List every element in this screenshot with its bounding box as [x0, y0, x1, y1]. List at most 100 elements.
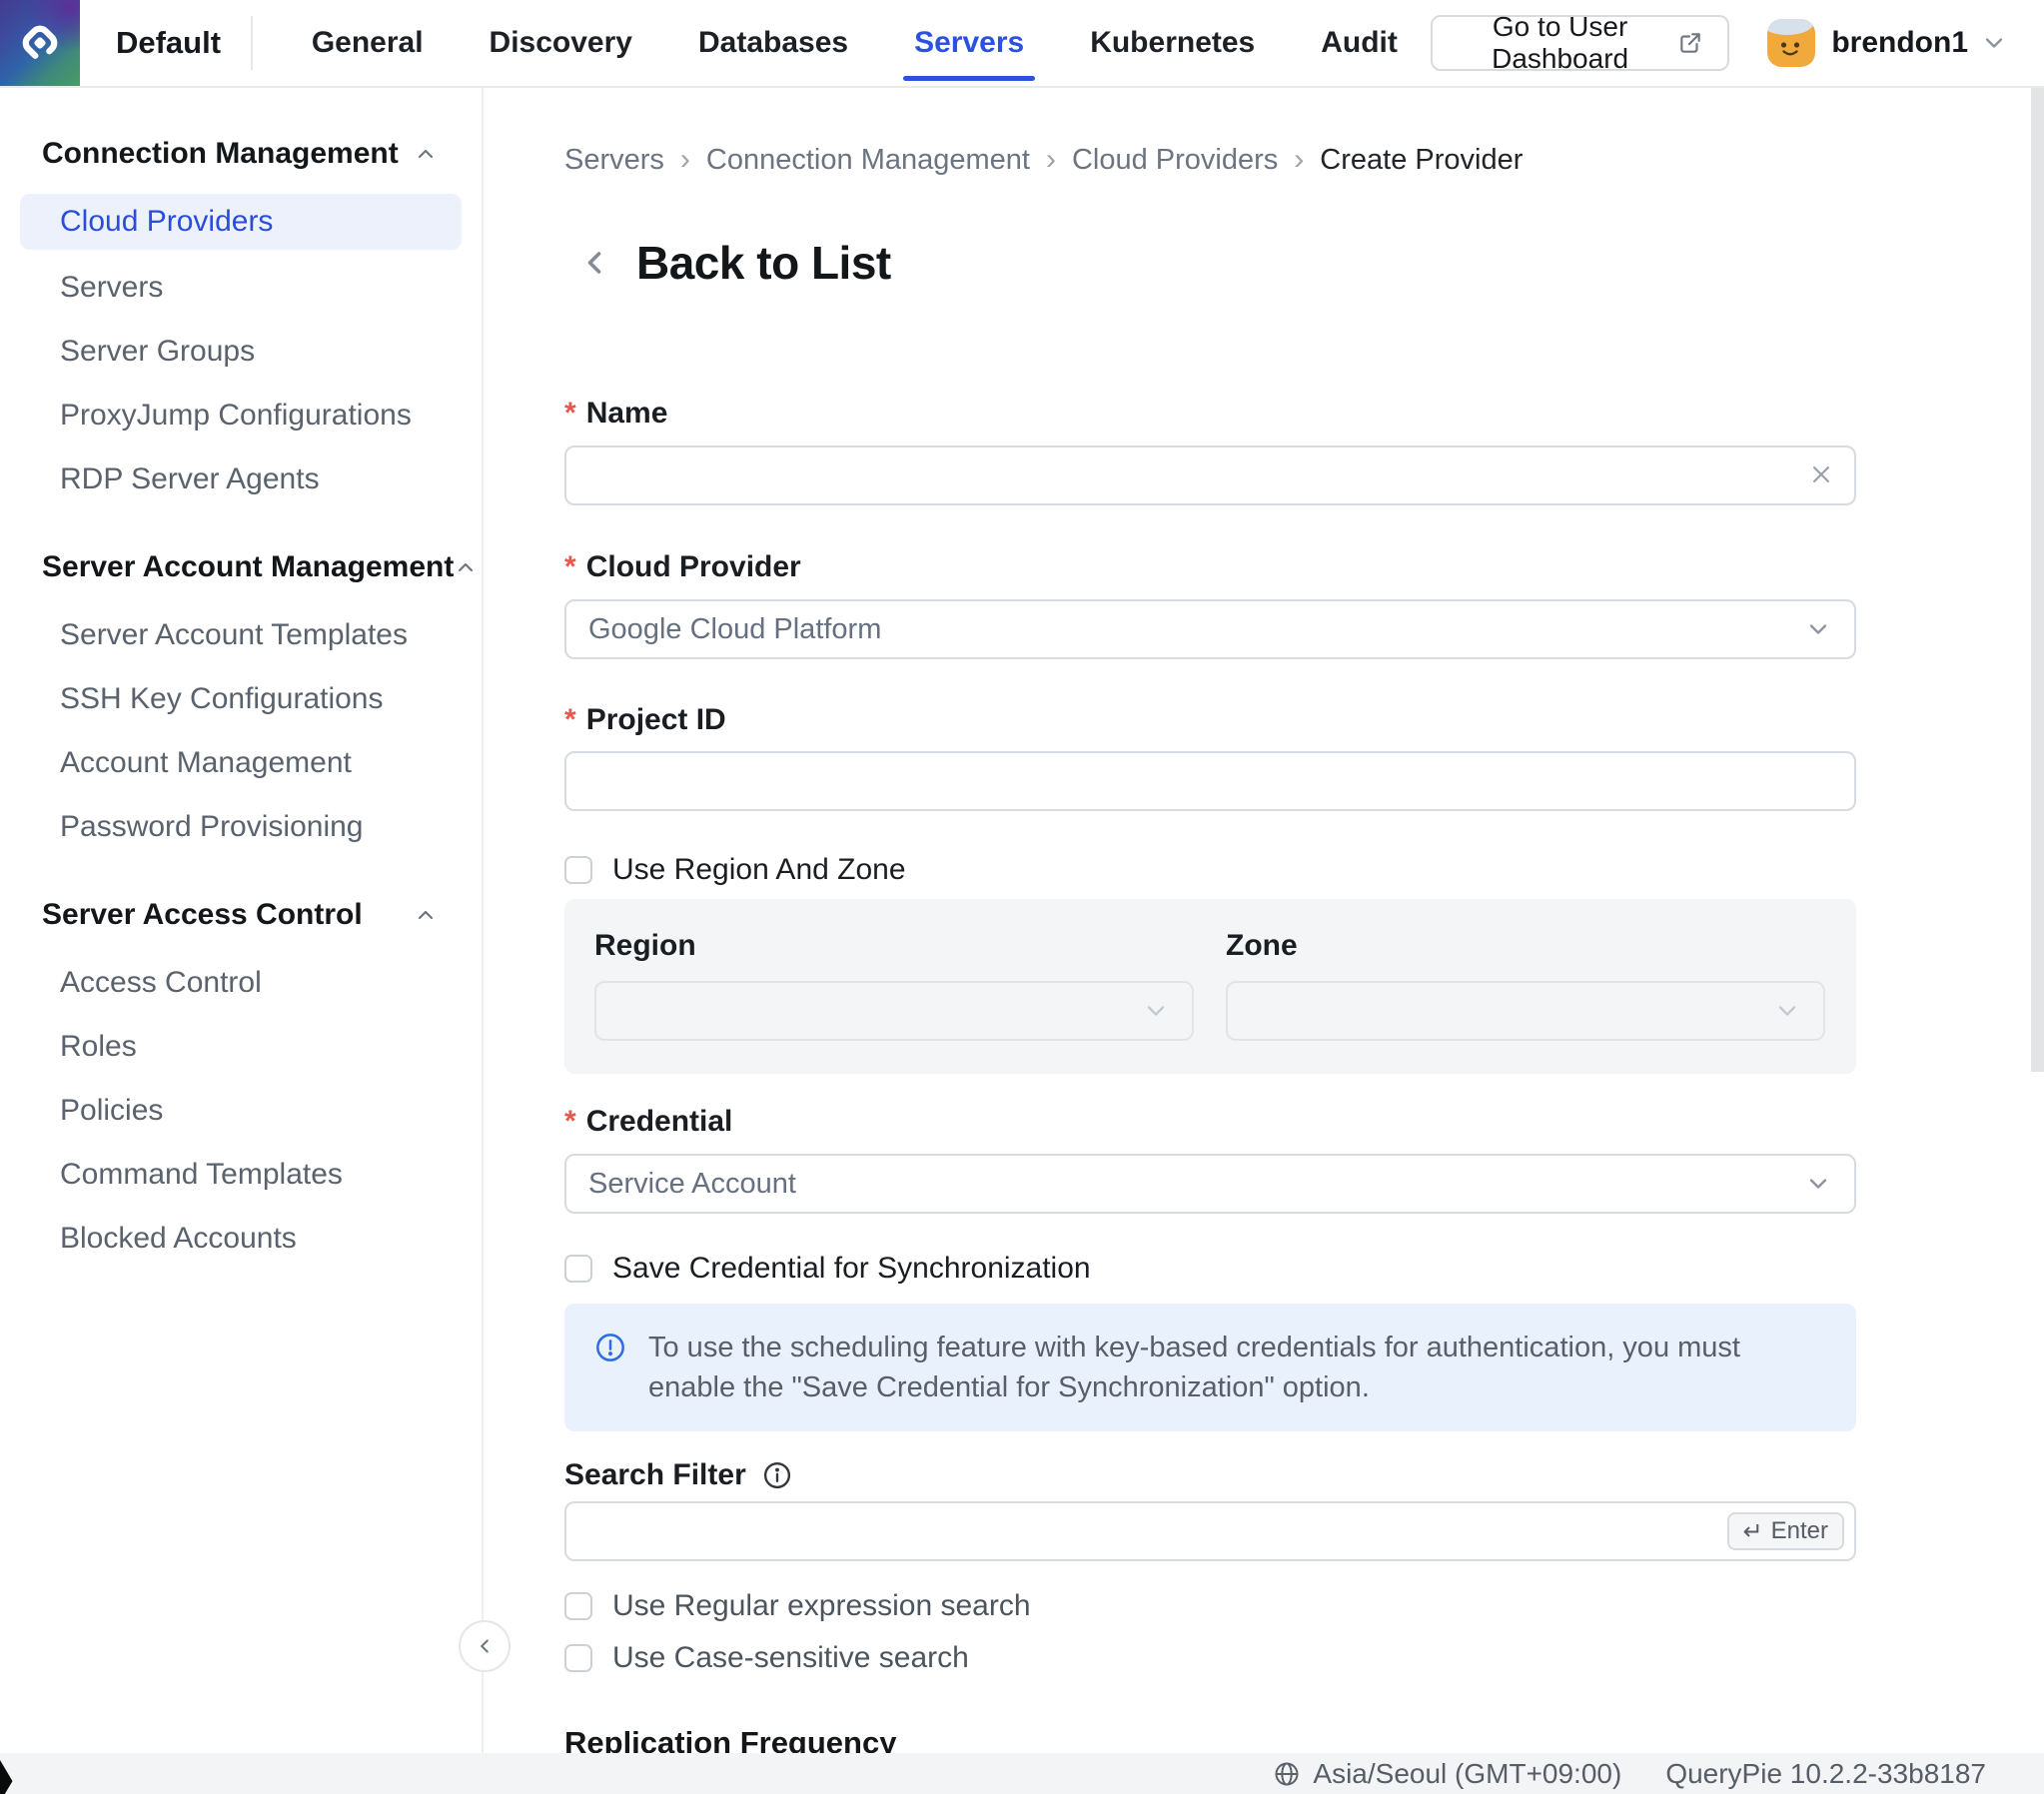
chevron-down-icon: [1804, 1170, 1832, 1198]
use-region-zone-label: Use Region And Zone: [612, 853, 906, 887]
tab-kubernetes[interactable]: Kubernetes: [1057, 0, 1288, 87]
zone-select: [1226, 981, 1825, 1041]
breadcrumb-servers[interactable]: Servers: [564, 144, 664, 177]
top-nav: Default General Discovery Databases Serv…: [0, 0, 2044, 88]
user-name[interactable]: brendon1: [1831, 26, 1968, 60]
vertical-scrollbar-thumb[interactable]: [2031, 88, 2044, 1072]
tab-discovery[interactable]: Discovery: [457, 0, 665, 87]
tab-general[interactable]: General: [279, 0, 457, 87]
sidebar-item-server-groups[interactable]: Server Groups: [0, 320, 482, 384]
credential-field-label: * Credential: [564, 1106, 1856, 1138]
save-credential-checkbox-row[interactable]: Save Credential for Synchronization: [564, 1254, 1858, 1284]
cloud-provider-field-label: * Cloud Provider: [564, 551, 1856, 583]
sidebar-item-policies[interactable]: Policies: [0, 1079, 482, 1143]
chevron-down-icon: [1142, 997, 1170, 1025]
user-menu-chevron-down-icon[interactable]: [1980, 29, 2008, 57]
sidebar-section-connection-management[interactable]: Connection Management: [42, 138, 438, 170]
use-case-sensitive-label: Use Case-sensitive search: [612, 1641, 969, 1675]
tab-servers[interactable]: Servers: [881, 0, 1057, 87]
sidebar-item-password-provisioning[interactable]: Password Provisioning: [0, 795, 482, 859]
sidebar-section-server-access-control[interactable]: Server Access Control: [42, 899, 438, 931]
use-case-sensitive-checkbox-row[interactable]: Use Case-sensitive search: [564, 1643, 1858, 1673]
section-title: Server Account Management: [42, 550, 454, 584]
querypie-logo[interactable]: [0, 0, 80, 86]
tab-audit[interactable]: Audit: [1288, 0, 1431, 87]
use-regex-label: Use Regular expression search: [612, 1589, 1031, 1623]
project-id-field: [564, 751, 1856, 811]
chevron-up-icon: [414, 142, 438, 166]
name-field-label: * Name: [564, 398, 1856, 430]
required-marker: *: [564, 397, 576, 431]
tab-databases[interactable]: Databases: [665, 0, 881, 87]
enter-icon: ↵: [1743, 1517, 1763, 1546]
chevron-left-icon: [474, 1635, 496, 1657]
name-field: [564, 446, 1856, 505]
sidebar-collapse-button[interactable]: [459, 1620, 511, 1672]
use-region-zone-checkbox-row[interactable]: Use Region And Zone: [564, 855, 1858, 885]
breadcrumb-separator-icon: ›: [1294, 143, 1304, 177]
sidebar-item-command-templates[interactable]: Command Templates: [0, 1143, 482, 1207]
sidebar: Connection Management Cloud Providers Se…: [0, 88, 484, 1753]
info-icon[interactable]: [762, 1460, 792, 1490]
project-id-input[interactable]: [564, 751, 1856, 811]
use-regex-checkbox-row[interactable]: Use Regular expression search: [564, 1591, 1858, 1621]
org-name[interactable]: Default: [116, 25, 221, 61]
breadcrumb-separator-icon: ›: [680, 143, 690, 177]
name-input[interactable]: [564, 446, 1856, 505]
breadcrumb-create-provider: Create Provider: [1320, 144, 1523, 177]
globe-icon: [1273, 1760, 1301, 1788]
sidebar-item-rdp-server-agents[interactable]: RDP Server Agents: [0, 448, 482, 511]
user-avatar[interactable]: [1767, 19, 1815, 67]
chevron-down-icon: [1773, 997, 1801, 1025]
use-regex-checkbox[interactable]: [564, 1592, 592, 1620]
sidebar-item-account-management[interactable]: Account Management: [0, 731, 482, 795]
use-case-sensitive-checkbox[interactable]: [564, 1644, 592, 1672]
zone-label: Zone: [1226, 929, 1825, 961]
enter-hint-label: Enter: [1771, 1517, 1828, 1545]
querypie-admin-window: Default General Discovery Databases Serv…: [0, 0, 2044, 1794]
clear-name-icon[interactable]: [1806, 459, 1836, 489]
page-title: Back to List: [636, 236, 891, 290]
go-to-user-dashboard-button[interactable]: Go to User Dashboard: [1431, 15, 1729, 71]
required-marker: *: [564, 550, 576, 584]
chevron-down-icon: [1804, 615, 1832, 643]
save-credential-checkbox[interactable]: [564, 1255, 592, 1283]
required-marker: *: [564, 1105, 576, 1139]
section-title: Connection Management: [42, 137, 399, 171]
sidebar-item-cloud-providers[interactable]: Cloud Providers: [20, 194, 462, 250]
alert-circle-icon: [594, 1332, 626, 1407]
sidebar-section-server-account-management[interactable]: Server Account Management: [42, 551, 438, 583]
dashboard-button-label: Go to User Dashboard: [1457, 11, 1663, 75]
region-label: Region: [594, 929, 1194, 961]
nav-divider: [251, 16, 253, 70]
search-filter-label: Search Filter: [564, 1458, 746, 1492]
breadcrumb: Servers › Connection Management › Cloud …: [564, 144, 1858, 176]
sidebar-item-blocked-accounts[interactable]: Blocked Accounts: [0, 1207, 482, 1271]
breadcrumb-cloud-providers[interactable]: Cloud Providers: [1072, 144, 1278, 177]
primary-nav: General Discovery Databases Servers Kube…: [279, 0, 1431, 87]
credential-value: Service Account: [588, 1168, 1804, 1201]
chevron-left-icon: [576, 245, 612, 281]
region-zone-panel: Region Zone: [564, 899, 1856, 1074]
info-banner-text: To use the scheduling feature with key-b…: [648, 1328, 1826, 1407]
sidebar-item-servers[interactable]: Servers: [0, 256, 482, 320]
sidebar-item-roles[interactable]: Roles: [0, 1015, 482, 1079]
breadcrumb-connection-management[interactable]: Connection Management: [706, 144, 1030, 177]
timezone-text: Asia/Seoul (GMT+09:00): [1313, 1758, 1621, 1790]
sidebar-item-ssh-key-configurations[interactable]: SSH Key Configurations: [0, 667, 482, 731]
use-region-zone-checkbox[interactable]: [564, 856, 592, 884]
project-id-field-label: * Project ID: [564, 704, 1856, 736]
search-filter-input[interactable]: [564, 1501, 1856, 1561]
info-banner: To use the scheduling feature with key-b…: [564, 1304, 1856, 1431]
search-filter-field: ↵ Enter: [564, 1501, 1856, 1561]
back-to-list-button[interactable]: Back to List: [564, 234, 1858, 292]
cloud-provider-select[interactable]: Google Cloud Platform: [564, 599, 1856, 659]
chevron-up-icon: [454, 555, 478, 579]
external-link-icon: [1677, 30, 1703, 56]
credential-select[interactable]: Service Account: [564, 1154, 1856, 1214]
sidebar-spacer: [0, 511, 482, 551]
sidebar-item-server-account-templates[interactable]: Server Account Templates: [0, 603, 482, 667]
sidebar-item-access-control[interactable]: Access Control: [0, 951, 482, 1015]
main-content: Servers › Connection Management › Cloud …: [486, 88, 2044, 1753]
sidebar-item-proxyjump-configurations[interactable]: ProxyJump Configurations: [0, 384, 482, 448]
